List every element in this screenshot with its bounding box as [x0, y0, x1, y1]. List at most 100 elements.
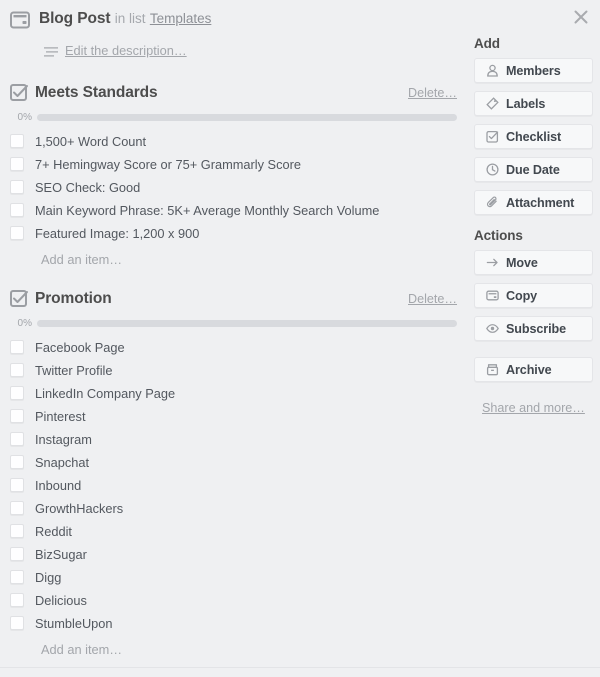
edit-description-button[interactable]: Edit the description… [44, 44, 187, 58]
checklist-item-label: BizSugar [35, 547, 87, 562]
checklist-item[interactable]: LinkedIn Company Page [0, 382, 465, 405]
sidebar-button-label: Archive [506, 362, 552, 377]
checklist-item[interactable]: Digg [0, 566, 465, 589]
checklist-item-checkbox[interactable] [10, 226, 24, 240]
card-detail-panel: Blog Post in list Templates Edit the des… [0, 0, 600, 677]
eye-icon [486, 322, 499, 335]
checklist-item[interactable]: Reddit [0, 520, 465, 543]
checklist-icon [486, 130, 499, 143]
checklist-item[interactable]: Pinterest [0, 405, 465, 428]
add-checklist-item-label: Add an item… [41, 642, 123, 657]
checklist-section: Promotion Delete… 0% Facebook Page Twitter P… [0, 288, 465, 662]
sidebar-add-members-button[interactable]: Members [474, 58, 593, 83]
progress-track [37, 320, 457, 327]
tag-icon [486, 97, 499, 110]
checklist-item[interactable]: 7+ Hemingway Score or 75+ Grammarly Scor… [0, 153, 465, 176]
checklist-item-checkbox[interactable] [10, 570, 24, 584]
sidebar-add-buttons: Members Labels Checklist Due Date Attachment [474, 58, 593, 215]
checklist-item[interactable]: Delicious [0, 589, 465, 612]
add-checklist-item-label: Add an item… [41, 252, 123, 267]
checklist-item-label: GrowthHackers [35, 501, 124, 516]
close-icon[interactable] [568, 4, 594, 30]
checklist-item-label: Inbound [35, 478, 82, 493]
checklist-item[interactable]: BizSugar [0, 543, 465, 566]
card-sidebar: Add Members Labels Checklist Due Date Attach… [474, 36, 593, 417]
sidebar-action-buttons: Move Copy Subscribe [474, 250, 593, 341]
checklist-item-checkbox[interactable] [10, 203, 24, 217]
checklist-item-checkbox[interactable] [10, 340, 24, 354]
checklist-title: Promotion [35, 290, 112, 307]
sidebar-action-move-button[interactable]: Move [474, 250, 593, 275]
edit-description-label: Edit the description… [65, 43, 187, 58]
checklist-item-checkbox[interactable] [10, 547, 24, 561]
checklist-item-checkbox[interactable] [10, 616, 24, 630]
checklist-item-label: Twitter Profile [35, 363, 113, 378]
checklist-item-label: Reddit [35, 524, 72, 539]
checklist-item-checkbox[interactable] [10, 501, 24, 515]
progress-percent-label: 0% [17, 112, 32, 123]
paperclip-icon [486, 196, 499, 209]
checklist-item-checkbox[interactable] [10, 524, 24, 538]
share-and-more-link[interactable]: Share and more… [482, 401, 585, 416]
list-name-link[interactable]: Templates [150, 11, 212, 26]
checklist-delete-link[interactable]: Delete… [408, 292, 457, 307]
card-copy-icon [486, 289, 499, 302]
checklist-item-checkbox[interactable] [10, 134, 24, 148]
checklist-item[interactable]: Featured Image: 1,200 x 900 [0, 222, 465, 245]
sidebar-add-labels-button[interactable]: Labels [474, 91, 593, 116]
checklist-item[interactable]: Main Keyword Phrase: 5K+ Average Monthly… [0, 199, 465, 222]
sidebar-archive-holder: Archive [474, 357, 593, 382]
progress-track [37, 114, 457, 121]
checklist-item[interactable]: Twitter Profile [0, 359, 465, 382]
checklist-item[interactable]: 1,500+ Word Count [0, 130, 465, 153]
checklist-header: Meets Standards Delete… [0, 82, 465, 106]
card-header: Blog Post in list Templates [10, 9, 460, 29]
add-checklist-item-button[interactable]: Add an item… [0, 250, 465, 272]
checklist-item-label: Facebook Page [35, 340, 125, 355]
checklist-item-checkbox[interactable] [10, 409, 24, 423]
checklist-items: 1,500+ Word Count 7+ Hemingway Score or 7… [0, 130, 465, 245]
sidebar-add-attachment-button[interactable]: Attachment [474, 190, 593, 215]
checklist-item-checkbox[interactable] [10, 455, 24, 469]
checklist-delete-link[interactable]: Delete… [408, 86, 457, 101]
add-checklist-item-button[interactable]: Add an item… [0, 640, 465, 662]
checklist-item-checkbox[interactable] [10, 478, 24, 492]
checklist-item-label: Featured Image: 1,200 x 900 [35, 226, 200, 241]
checklist-items: Facebook Page Twitter Profile LinkedIn Com… [0, 336, 465, 635]
sidebar-button-label: Subscribe [506, 321, 566, 336]
checklist-item-label: 7+ Hemingway Score or 75+ Grammarly Scor… [35, 157, 301, 172]
sidebar-actions-heading: Actions [474, 228, 523, 243]
checklist-item[interactable]: SEO Check: Good [0, 176, 465, 199]
checklist-item[interactable]: Facebook Page [0, 336, 465, 359]
sidebar-add-due-date-button[interactable]: Due Date [474, 157, 593, 182]
checklist-item[interactable]: Inbound [0, 474, 465, 497]
checklist-item-label: SEO Check: Good [35, 180, 141, 195]
sidebar-button-label: Copy [506, 288, 538, 303]
sidebar-separator [474, 349, 593, 357]
checklist-item-checkbox[interactable] [10, 432, 24, 446]
checklist-item-checkbox[interactable] [10, 363, 24, 377]
checklist-item[interactable]: GrowthHackers [0, 497, 465, 520]
checklist-item-checkbox[interactable] [10, 157, 24, 171]
checklist-item[interactable]: Instagram [0, 428, 465, 451]
checklist-item-label: Digg [35, 570, 62, 585]
checklist-checked-icon [10, 290, 29, 309]
checklist-progress: 0% [0, 111, 465, 126]
sidebar-button-label: Checklist [506, 129, 562, 144]
checklist-header: Promotion Delete… [0, 288, 465, 312]
checklist-item[interactable]: Snapchat [0, 451, 465, 474]
bottom-divider [0, 667, 600, 668]
sidebar-action-subscribe-button[interactable]: Subscribe [474, 316, 593, 341]
checklist-item-checkbox[interactable] [10, 386, 24, 400]
sidebar-add-checklist-button[interactable]: Checklist [474, 124, 593, 149]
person-icon [486, 64, 499, 77]
sidebar-action-copy-button[interactable]: Copy [474, 283, 593, 308]
archive-box-icon [486, 363, 499, 376]
checklist-item-label: Main Keyword Phrase: 5K+ Average Monthly… [35, 203, 380, 218]
checklist-item[interactable]: StumbleUpon [0, 612, 465, 635]
checklist-item-label: 1,500+ Word Count [35, 134, 147, 149]
checklist-item-checkbox[interactable] [10, 593, 24, 607]
checklist-section: Meets Standards Delete… 0% 1,500+ Word Coun… [0, 82, 465, 272]
sidebar-action-archive-button[interactable]: Archive [474, 357, 593, 382]
checklist-item-checkbox[interactable] [10, 180, 24, 194]
